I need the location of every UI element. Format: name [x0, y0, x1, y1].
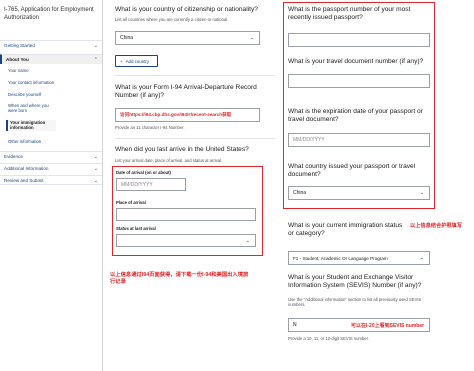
- expiration-question: What is the expiration date of your pass…: [288, 108, 423, 124]
- nav-label: Getting Started: [4, 43, 35, 48]
- chevron-down-icon: ⌄: [245, 237, 250, 244]
- immigration-status-select[interactable]: F1 - Student, Academic Or Language Progr…: [288, 251, 430, 265]
- form-page: I-765, Application for Employment Author…: [0, 0, 474, 371]
- arrival-annotation-note: 以上信息通过I94页面获得，请下载一份I-94和美国出入境旅行记录: [110, 272, 249, 285]
- issuing-country-value: China: [293, 190, 307, 196]
- sidebar-item-immigration-info[interactable]: Your immigration information: [6, 120, 56, 131]
- travel-doc-question: What is your travel document number (if …: [288, 58, 424, 65]
- chevron-down-icon: ⌄: [419, 255, 424, 261]
- chevron-down-icon: ⌄: [93, 166, 98, 172]
- chevron-down-icon: ⌄: [249, 35, 254, 41]
- i94-question: What is your Form I-94 Arrival-Departure…: [115, 84, 257, 100]
- i94-hint: Provide an 11 character I-94 Number.: [115, 125, 185, 130]
- sidebar-item-describe-yourself[interactable]: Describe yourself: [8, 92, 102, 97]
- expiration-input[interactable]: MM/DD/YYYY: [288, 133, 430, 147]
- citizenship-select[interactable]: China ⌄: [115, 31, 260, 45]
- sevis-hint: Use the "Additional information" section…: [288, 297, 422, 308]
- sidebar: I-765, Application for Employment Author…: [0, 0, 103, 371]
- nav-label: About You: [6, 57, 29, 62]
- immigration-status-value: F1 - Student, Academic Or Language Progr…: [293, 255, 388, 261]
- citizenship-hint: List all countries where you are current…: [115, 17, 229, 22]
- nav-about-you[interactable]: About You ⌃: [0, 54, 102, 64]
- passport-annotation-note: 以上信息结合护照填写: [410, 223, 462, 229]
- arrival-date-label: Date of arrival (on or about): [116, 170, 171, 175]
- plus-icon: +: [120, 58, 123, 64]
- i94-input[interactable]: 访问https://i94.cbp.dhs.gov/I94/#/recent-s…: [115, 108, 260, 122]
- nav-label: Review and Submit: [4, 178, 44, 183]
- add-country-button[interactable]: + Add country: [115, 55, 158, 67]
- nav-review-submit[interactable]: Review and Submit ⌄: [0, 175, 102, 185]
- sidebar-item-born[interactable]: When and where you were born: [8, 103, 58, 114]
- sevis-value: N: [293, 322, 297, 328]
- nav-getting-started[interactable]: Getting Started ⌄: [0, 40, 102, 50]
- status-at-arrival-select[interactable]: ⌄: [116, 234, 256, 247]
- passport-number-question: What is the passport number of your most…: [288, 6, 411, 22]
- arrival-date-input[interactable]: MM/DD/YYYY: [116, 178, 186, 191]
- nav-evidence[interactable]: Evidence ⌄: [0, 151, 102, 161]
- divider: [115, 138, 275, 139]
- citizenship-question: What is your country of citizenship or n…: [115, 6, 258, 13]
- expiration-placeholder: MM/DD/YYYY: [293, 137, 325, 143]
- arrival-date-placeholder: MM/DD/YYYY: [121, 181, 153, 188]
- chevron-down-icon: ⌄: [93, 178, 98, 184]
- last-arrival-hint: List your arrival date, place of arrival…: [115, 158, 223, 163]
- passport-number-input[interactable]: [288, 33, 430, 47]
- last-arrival-question: When did you last arrive in the United S…: [115, 146, 249, 153]
- app-title: I-765, Application for Employment Author…: [4, 7, 94, 21]
- citizenship-value: China: [120, 35, 134, 41]
- chevron-down-icon: ⌄: [93, 43, 98, 49]
- sevis-input[interactable]: N 可以在I-20上看到SEVIS number: [288, 318, 430, 332]
- divider: [115, 75, 275, 76]
- sidebar-item-other-info[interactable]: Other information: [8, 139, 102, 144]
- chevron-up-icon: ⌃: [93, 57, 98, 63]
- place-of-arrival-label: Place of arrival: [116, 200, 146, 205]
- nav-additional-info[interactable]: Additional Information ⌄: [0, 163, 102, 173]
- travel-doc-input[interactable]: [288, 74, 430, 88]
- sevis-annotation-note: 可以在I-20上看到SEVIS number: [351, 323, 425, 329]
- sevis-footer-hint: Provide a 10, 11, or 12-digit SEVIS numb…: [288, 336, 369, 341]
- nav-label: Evidence: [4, 154, 23, 159]
- sevis-question: What is your Student and Exchange Visito…: [288, 274, 422, 290]
- issuing-country-question: What country issued your passport or tra…: [288, 163, 416, 179]
- add-country-label: Add country: [125, 58, 150, 64]
- chevron-down-icon: ⌄: [93, 154, 98, 160]
- sidebar-item-your-name[interactable]: Your name: [8, 68, 102, 73]
- issuing-country-select[interactable]: China ⌄: [288, 186, 430, 200]
- status-at-arrival-label: Status at last arrival: [116, 226, 156, 231]
- immigration-status-question: What is your current immigration status …: [288, 222, 403, 238]
- place-of-arrival-input[interactable]: [116, 208, 256, 221]
- chevron-down-icon: ⌄: [419, 190, 424, 196]
- nav-label: Additional Information: [4, 166, 49, 171]
- i94-value: 访问https://i94.cbp.dhs.gov/I94/#/recent-s…: [120, 112, 232, 117]
- sidebar-item-contact-info[interactable]: Your contact information: [8, 80, 102, 85]
